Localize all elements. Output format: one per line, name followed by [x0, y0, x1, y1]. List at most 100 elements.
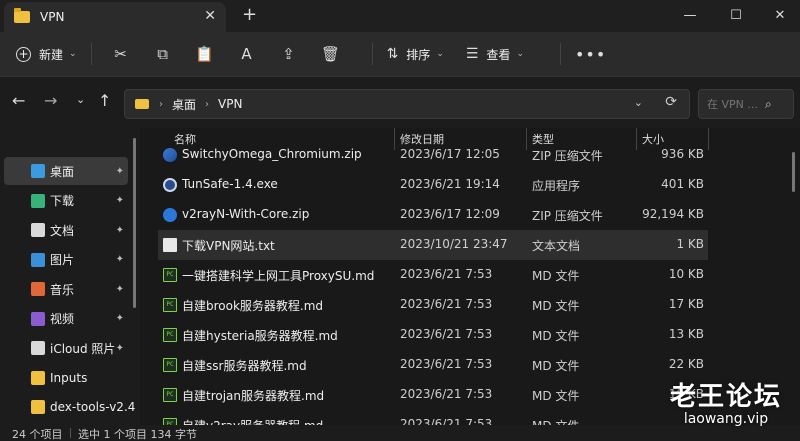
item-count: 24 个项目	[12, 428, 63, 441]
file-date: 2023/6/17 12:05	[400, 147, 500, 161]
sidebar-item[interactable]: dex-tools-v2.4	[4, 393, 135, 421]
file-row[interactable]: PC 自建v2ray服务器教程.md 2023/6/21 7:53 MD 文件	[158, 410, 708, 425]
file-row[interactable]: PC 自建ssr服务器教程.md 2023/6/21 7:53 MD 文件 22 KB	[158, 350, 708, 380]
view-icon: ☰	[465, 46, 479, 62]
sidebar-item[interactable]: Inputs	[4, 364, 128, 392]
sidebar-item-label: dex-tools-v2.4	[50, 400, 136, 414]
exe-file-icon	[163, 178, 177, 192]
paste-icon[interactable]: 📋	[190, 39, 220, 69]
minimize-button[interactable]: —	[668, 0, 712, 30]
new-tab-button[interactable]: +	[242, 4, 257, 25]
sidebar-item[interactable]: 视频 ✦	[4, 305, 128, 333]
search-box[interactable]: ⌕	[698, 89, 794, 119]
folder-icon	[31, 370, 45, 385]
file-type: ZIP 压缩文件	[532, 149, 603, 163]
file-size: 92,194 KB	[642, 207, 704, 221]
picture-icon	[31, 252, 45, 267]
pin-icon: ✦	[115, 313, 124, 324]
view-button[interactable]: ☰ 查看 ⌄	[466, 46, 524, 63]
cut-icon[interactable]: ✂	[106, 39, 136, 69]
file-row[interactable]: PC 自建brook服务器教程.md 2023/6/21 7:53 MD 文件 17 K…	[158, 290, 708, 320]
desktop-icon	[31, 164, 45, 178]
back-button[interactable]: ←	[12, 91, 25, 110]
search-input[interactable]	[707, 97, 765, 111]
selection-info: 选中 1 个项目 134 字节	[78, 428, 197, 441]
sort-label: 排序	[406, 47, 431, 62]
file-row[interactable]: SwitchyOmega_Chromium.zip 2023/6/17 12:05…	[158, 140, 708, 170]
file-date: 2023/6/21 7:53	[400, 417, 493, 425]
sidebar-item-label: 桌面	[50, 164, 75, 179]
tab-bar: VPN ✕ + — ☐ ✕	[0, 0, 800, 32]
file-row[interactable]: PC 自建trojan服务器教程.md 2023/6/21 7:53 MD 文件 19 …	[158, 380, 708, 410]
tab-vpn[interactable]: VPN ✕	[4, 2, 226, 32]
file-date: 2023/6/17 12:09	[400, 207, 500, 221]
file-row[interactable]: PC 自建hysteria服务器教程.md 2023/6/21 7:53 MD 文件 1…	[158, 320, 708, 350]
sidebar-item[interactable]: 图片 ✦	[4, 246, 128, 274]
watermark-url: laowang.vip	[683, 411, 769, 427]
divider	[90, 43, 92, 65]
file-size: 10 KB	[668, 267, 704, 281]
navigation-pane: 桌面 ✦ 下载 ✦ 文档 ✦ 图片 ✦ 音乐 ✦ 视频 ✦ iCloud 照片 ✦ Inputs dex-to…	[0, 128, 140, 425]
column-divider[interactable]	[708, 128, 709, 150]
file-date: 2023/6/21 7:53	[400, 327, 493, 341]
sidebar-item-label: 下载	[50, 194, 75, 208]
address-dropdown-icon[interactable]: ⌄	[634, 96, 643, 109]
icloud-icon	[31, 341, 45, 355]
sidebar-item[interactable]: iCloud 照片 ✦	[4, 334, 128, 362]
sidebar-item[interactable]: 音乐 ✦	[4, 275, 128, 303]
new-label: 新建	[39, 47, 64, 62]
sidebar-item[interactable]: 文档 ✦	[4, 216, 128, 244]
command-bar: + 新建 ⌄ ✂ ⧉ 📋 A ⇪ 🗑 ⇅ 排序 ⌄ ☰ 查看 ⌄ •••	[0, 32, 800, 76]
up-button[interactable]: ↑	[98, 91, 111, 110]
file-size: 17 KB	[668, 297, 704, 311]
forward-button[interactable]: →	[44, 91, 57, 110]
file-name: SwitchyOmega_Chromium.zip	[182, 147, 362, 161]
refresh-button[interactable]: ⟳	[665, 94, 677, 110]
file-name: TunSafe-1.4.exe	[182, 177, 278, 191]
file-type: 文本文档	[532, 239, 581, 253]
folder-icon	[31, 400, 45, 414]
status-bar: 24 个项目 选中 1 个项目 134 字节	[0, 425, 800, 441]
file-type: MD 文件	[532, 359, 580, 373]
tab-close-icon[interactable]: ✕	[204, 8, 216, 24]
file-name: 自建brook服务器教程.md	[182, 299, 324, 313]
address-bar[interactable]: › 桌面 › VPN ⌄ ⟳	[124, 89, 690, 119]
chevron-down-icon: ⌄	[516, 49, 524, 59]
sidebar-item-label: 图片	[50, 253, 75, 267]
file-row[interactable]: TunSafe-1.4.exe 2023/6/21 19:14 应用程序 401 KB	[158, 170, 708, 200]
plus-icon: +	[16, 46, 31, 62]
pin-icon: ✦	[115, 283, 124, 295]
sidebar-scrollbar[interactable]	[133, 138, 136, 308]
md-file-icon: PC	[163, 268, 177, 282]
search-icon: ⌕	[765, 96, 772, 111]
file-row[interactable]: v2rayN-With-Core.zip 2023/6/17 12:09 ZIP 压…	[158, 200, 708, 230]
sidebar-item[interactable]: 桌面 ✦	[4, 157, 128, 185]
watermark: 老王论坛 laowang.vip	[670, 376, 782, 427]
more-options-button[interactable]: •••	[575, 45, 606, 64]
new-button[interactable]: + 新建 ⌄	[16, 46, 77, 63]
sidebar-item[interactable]: 下载 ✦	[4, 187, 128, 215]
file-row[interactable]: 下载VPN网站.txt 2023/10/21 23:47 文本文档 1 KB	[158, 230, 708, 260]
file-name: 一键搭建科学上网工具ProxySU.md	[182, 269, 375, 283]
file-row[interactable]: PC 一键搭建科学上网工具ProxySU.md 2023/6/21 7:53 MD 文…	[158, 260, 708, 290]
file-name: 自建v2ray服务器教程.md	[182, 417, 323, 425]
breadcrumb-desktop[interactable]: 桌面	[172, 96, 196, 113]
sidebar-item-label: 音乐	[50, 282, 75, 297]
share-icon[interactable]: ⇪	[274, 39, 304, 69]
sort-button[interactable]: ⇅ 排序 ⌄	[387, 46, 444, 63]
divider	[70, 428, 71, 438]
sidebar-item-label: Inputs	[50, 370, 88, 385]
file-list-scrollbar[interactable]	[792, 152, 795, 192]
recent-locations-button[interactable]: ⌄	[76, 93, 85, 106]
download-icon	[31, 193, 45, 208]
rename-icon[interactable]: A	[232, 39, 262, 69]
pin-icon: ✦	[115, 195, 124, 206]
file-name: 下载VPN网站.txt	[182, 239, 275, 253]
close-window-button[interactable]: ✕	[758, 0, 800, 30]
copy-icon[interactable]: ⧉	[148, 39, 178, 69]
breadcrumb-vpn[interactable]: VPN	[218, 97, 242, 111]
watermark-text: 老王论坛	[669, 382, 782, 412]
delete-icon[interactable]: 🗑	[316, 39, 346, 69]
file-date: 2023/6/21 7:53	[400, 357, 493, 371]
maximize-button[interactable]: ☐	[714, 0, 758, 30]
